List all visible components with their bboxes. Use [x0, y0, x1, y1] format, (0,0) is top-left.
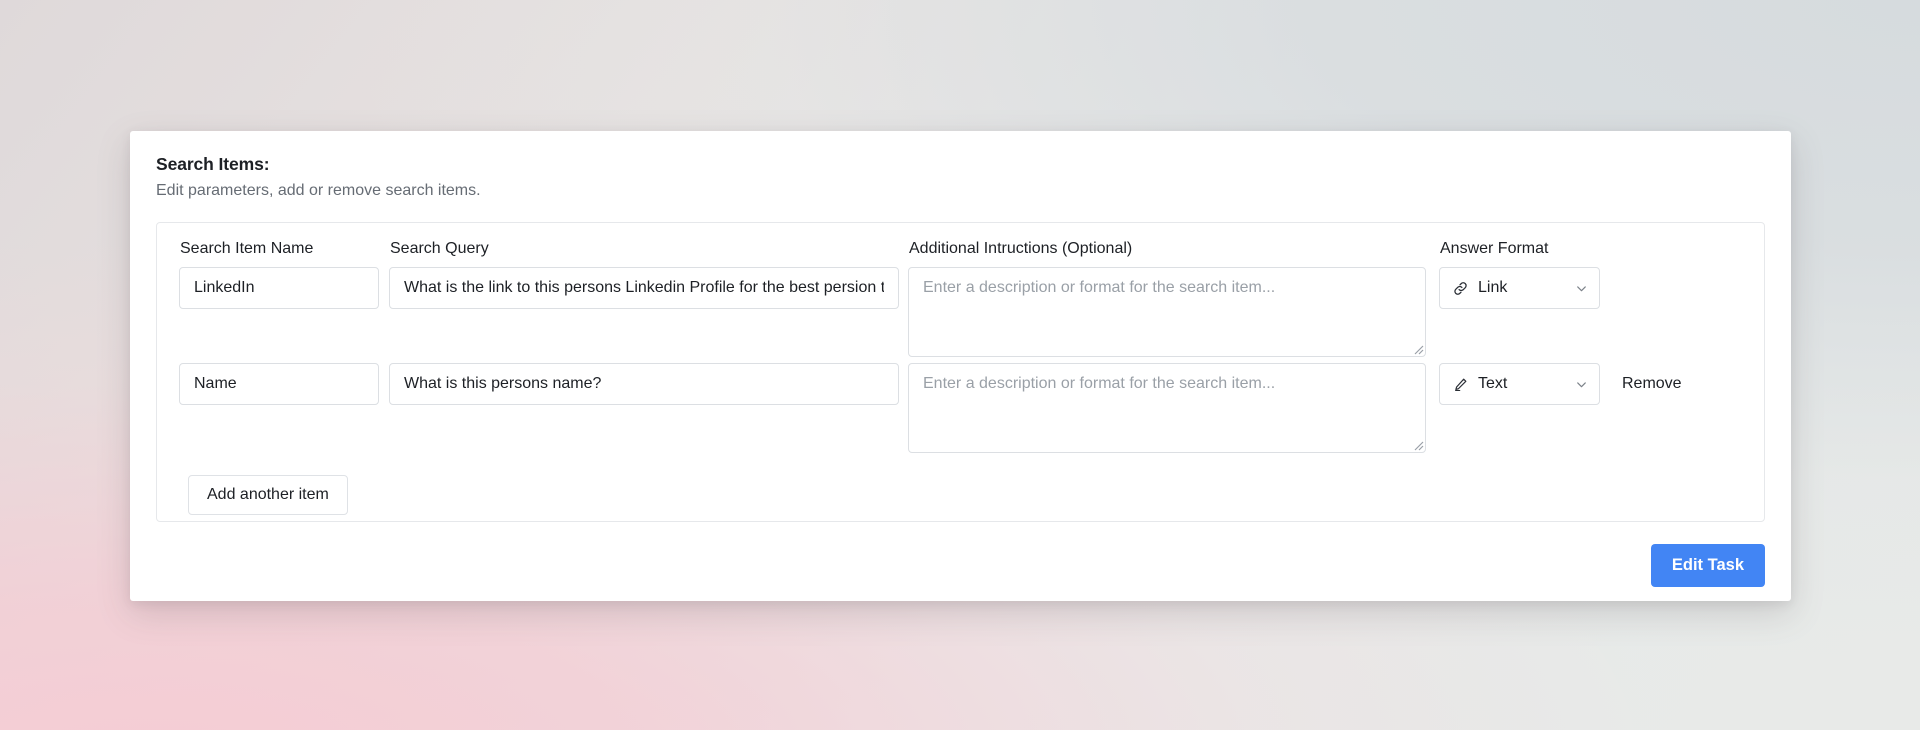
edit-task-button[interactable]: Edit Task — [1651, 544, 1765, 587]
answer-format-select[interactable]: Text — [1439, 363, 1600, 405]
answer-format-select[interactable]: Link — [1439, 267, 1600, 309]
column-header-search-item-name: Search Item Name — [179, 239, 379, 260]
card-footer: Edit Task — [156, 544, 1765, 587]
search-item-name-input[interactable] — [179, 363, 379, 405]
search-items-panel: Search Item Name Search Query Additional… — [156, 222, 1765, 522]
search-items-card: Search Items: Edit parameters, add or re… — [130, 131, 1791, 601]
page-subtitle: Edit parameters, add or remove search it… — [156, 181, 1765, 202]
chevron-down-icon — [1574, 377, 1589, 392]
remove-item-button[interactable]: Remove — [1622, 363, 1682, 405]
search-query-input[interactable] — [389, 267, 899, 309]
additional-instructions-textarea[interactable] — [908, 267, 1426, 357]
search-item-row: Text Remove — [179, 363, 1742, 453]
answer-format-value: Text — [1478, 375, 1565, 393]
search-item-name-input[interactable] — [179, 267, 379, 309]
pencil-icon — [1452, 376, 1469, 393]
additional-instructions-textarea[interactable] — [908, 363, 1426, 453]
answer-format-value: Link — [1478, 279, 1565, 297]
chevron-down-icon — [1574, 281, 1589, 296]
search-item-row: Link — [179, 267, 1742, 357]
link-icon — [1452, 280, 1469, 297]
column-header-row: Search Item Name Search Query Additional… — [179, 239, 1742, 260]
column-header-answer-format: Answer Format — [1439, 239, 1600, 260]
search-query-input[interactable] — [389, 363, 899, 405]
column-header-additional-instructions: Additional Intructions (Optional) — [908, 239, 1426, 260]
column-header-search-query: Search Query — [389, 239, 899, 260]
add-another-item-button[interactable]: Add another item — [188, 475, 348, 515]
page-title: Search Items: — [156, 153, 1765, 176]
